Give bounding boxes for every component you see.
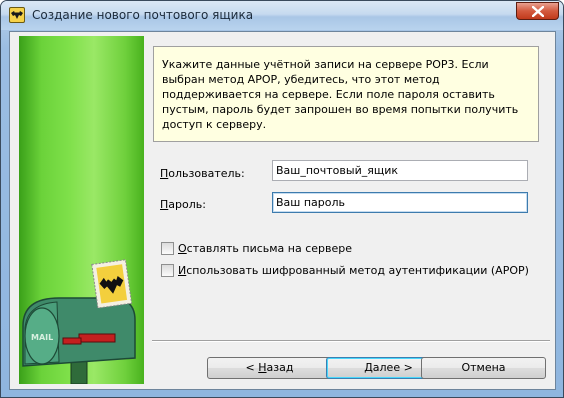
apop-checkbox[interactable] (161, 264, 174, 277)
keep-on-server-checkbox[interactable] (161, 242, 174, 255)
user-label: Пользователь: (160, 167, 245, 180)
wizard-body: MAIL Укажите данные учётной записи на се… (9, 31, 556, 390)
password-label: Пароль: (160, 198, 206, 211)
back-button[interactable]: < Назад (207, 357, 332, 379)
apop-label[interactable]: Использовать шифрованный метод аутентифи… (178, 264, 529, 277)
mailbox-illustration: MAIL (22, 259, 136, 384)
bat-icon (9, 7, 25, 23)
title-bar[interactable]: Создание нового почтового ящика (1, 1, 563, 30)
wizard-window: Создание нового почтового ящика MAIL Ука… (0, 0, 564, 398)
keep-on-server-label[interactable]: Оставлять письма на сервере (178, 242, 352, 255)
user-input[interactable] (272, 160, 528, 181)
close-button[interactable] (516, 2, 559, 20)
info-box: Укажите данные учётной записи на сервере… (153, 46, 539, 142)
info-text: Укажите данные учётной записи на сервере… (162, 58, 519, 131)
side-panel: MAIL (19, 36, 144, 384)
close-icon (532, 6, 544, 17)
cancel-button[interactable]: Отмена (421, 357, 546, 379)
password-input[interactable] (272, 192, 528, 213)
mailbox-text: MAIL (31, 333, 53, 342)
window-title: Создание нового почтового ящика (32, 8, 254, 22)
separator (152, 340, 550, 342)
